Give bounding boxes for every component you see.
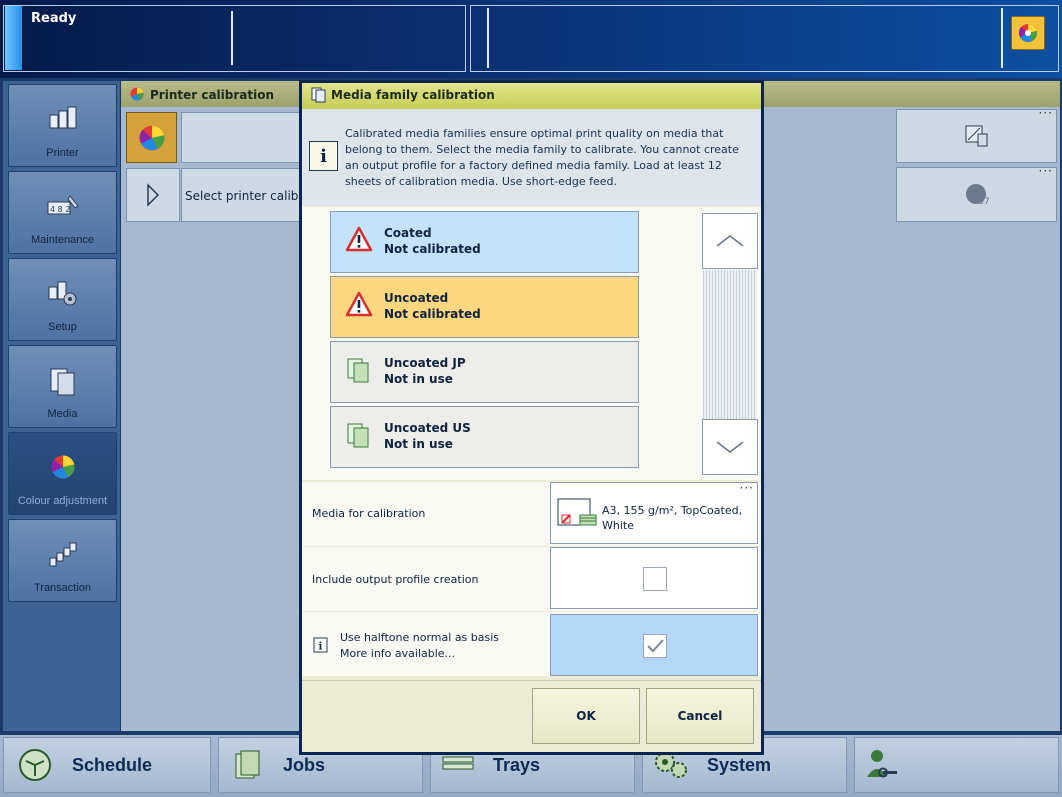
- profile-button[interactable]: ···: [896, 106, 1057, 163]
- media-family-state: Not calibrated: [384, 307, 481, 321]
- media-for-calibration-label: Media for calibration: [312, 507, 426, 520]
- halftone-toggle[interactable]: [550, 614, 758, 676]
- user-key-icon: [867, 750, 897, 778]
- halftone-more-info[interactable]: More info available...: [340, 647, 455, 660]
- left-navigation: Printer 4 8 2 Maintenance Setup Media Co…: [3, 81, 120, 731]
- scroll-up-button[interactable]: [702, 213, 758, 269]
- media-family-icon: [347, 358, 369, 383]
- nav-label: Transaction: [33, 582, 92, 594]
- nav-label: Setup: [48, 321, 77, 333]
- nav-setup[interactable]: Setup: [8, 258, 117, 341]
- nav-transaction[interactable]: Transaction: [8, 519, 117, 602]
- media-family-name: Coated: [384, 226, 432, 240]
- colour-wheel-icon: [130, 87, 144, 101]
- colour-wheel-icon: [1018, 23, 1038, 42]
- svg-text:i: i: [319, 642, 323, 653]
- more-options-icon: ···: [739, 481, 754, 495]
- calibration-tile-button[interactable]: [126, 112, 177, 163]
- media-family-item-uncoated-us[interactable]: Uncoated US Not in use: [330, 406, 639, 468]
- chevron-up-icon: [716, 235, 744, 247]
- bottom-label: Jobs: [283, 754, 326, 775]
- media-family-icon: [347, 423, 369, 448]
- checkmark-icon: [647, 639, 664, 653]
- status-indicator-stripe: [5, 6, 22, 70]
- status-text: Ready: [31, 11, 77, 26]
- chevron-down-icon: [716, 441, 744, 453]
- warning-icon: [345, 291, 373, 317]
- nav-colour-adjustment[interactable]: Colour adjustment: [8, 432, 117, 515]
- colour-status-button[interactable]: [1011, 16, 1045, 50]
- media-family-icon: [311, 87, 326, 103]
- nav-printer[interactable]: Printer: [8, 84, 117, 167]
- media-family-state: Not in use: [384, 437, 453, 451]
- media-family-name: Uncoated US: [384, 421, 471, 435]
- svg-text:4 8 2: 4 8 2: [50, 205, 70, 214]
- bottom-schedule-button[interactable]: Schedule: [3, 737, 211, 793]
- media-family-item-uncoated[interactable]: Uncoated Not calibrated: [330, 276, 639, 338]
- nav-label: Colour adjustment: [17, 495, 108, 507]
- jobs-icon: [235, 750, 260, 779]
- halftone-checkbox[interactable]: [643, 634, 667, 658]
- scrollbar-track[interactable]: [703, 270, 757, 420]
- expand-button[interactable]: [126, 168, 180, 222]
- media-family-item-coated[interactable]: Coated Not calibrated: [330, 211, 639, 273]
- media-for-calibration-value: A3, 155 g/m², TopCoated, White: [602, 504, 743, 532]
- nav-label: Printer: [46, 147, 79, 159]
- top-status-bar: [0, 0, 1062, 78]
- transaction-icon: [49, 542, 76, 567]
- nav-label: Maintenance: [31, 234, 94, 246]
- dialog-info-text: Calibrated media families ensure optimal…: [345, 127, 739, 188]
- nav-maintenance[interactable]: 4 8 2 Maintenance: [8, 171, 117, 254]
- media-family-item-uncoated-jp[interactable]: Uncoated JP Not in use: [330, 341, 639, 403]
- calibration-tile[interactable]: [181, 112, 301, 163]
- warning-icon: [345, 226, 373, 252]
- media-family-state: Not calibrated: [384, 242, 481, 256]
- output-profile-icon: [965, 125, 987, 147]
- info-icon[interactable]: i: [313, 637, 328, 653]
- status-divider: [231, 11, 233, 65]
- ok-button[interactable]: OK: [532, 688, 640, 744]
- maintenance-icon: 4 8 2: [47, 195, 79, 215]
- colour-wheel-icon: [139, 125, 164, 150]
- media-family-name: Uncoated JP: [384, 356, 466, 370]
- scroll-down-button[interactable]: [702, 419, 758, 475]
- svg-text:G7: G7: [977, 197, 990, 207]
- clock-icon: [19, 749, 51, 781]
- bottom-label: Schedule: [72, 754, 153, 775]
- cancel-button[interactable]: Cancel: [646, 688, 754, 744]
- include-profile-checkbox[interactable]: [643, 567, 667, 591]
- status-divider: [1001, 8, 1003, 68]
- colour-wheel-icon: [50, 455, 74, 479]
- halftone-label: Use halftone normal as basis: [340, 631, 500, 644]
- status-divider: [487, 8, 489, 68]
- media-family-state: Not in use: [384, 372, 453, 386]
- nav-media[interactable]: Media: [8, 345, 117, 428]
- panel-title: Printer calibration: [150, 88, 275, 102]
- more-options-icon: ···: [1038, 106, 1053, 120]
- trays-icon: [442, 756, 474, 770]
- media-icon: [50, 368, 74, 396]
- g7-icon: G7: [965, 183, 990, 207]
- bottom-user-button[interactable]: [854, 737, 1059, 793]
- calibration-media-icon: [557, 498, 597, 526]
- dialog-title: Media family calibration: [331, 88, 495, 102]
- bottom-label: System: [707, 754, 772, 775]
- bottom-label: Trays: [493, 754, 541, 775]
- info-icon: i: [309, 141, 338, 171]
- include-profile-toggle[interactable]: [550, 547, 758, 609]
- setup-icon: [48, 281, 76, 306]
- include-profile-label: Include output profile creation: [312, 573, 479, 586]
- g7-button[interactable]: G7 ···: [896, 164, 1057, 222]
- printer-icon: [49, 106, 76, 129]
- nav-label: Media: [47, 408, 78, 420]
- more-options-icon: ···: [1038, 164, 1053, 178]
- status-panel-right[interactable]: [470, 5, 1059, 72]
- media-family-name: Uncoated: [384, 291, 449, 305]
- media-for-calibration-button[interactable]: A3, 155 g/m², TopCoated, White ···: [550, 481, 758, 544]
- chevron-right-icon: [147, 183, 160, 207]
